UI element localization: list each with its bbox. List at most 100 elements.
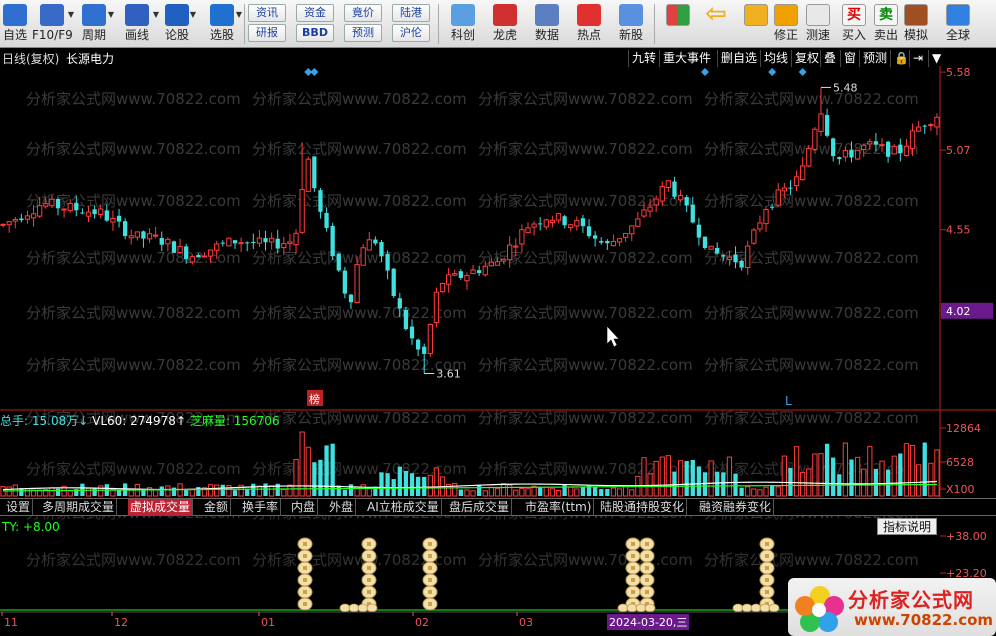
candle-body[interactable]: [373, 239, 378, 244]
volume-bar[interactable]: [263, 483, 268, 496]
candle-body[interactable]: [562, 216, 567, 226]
toolbar-chart-button[interactable]: 科创: [444, 2, 482, 46]
chevron-down-icon[interactable]: ▼: [68, 10, 74, 19]
volume-bar[interactable]: [549, 488, 556, 497]
toolbar-chat-button[interactable]: 论股 ▼: [160, 2, 196, 46]
candle-body[interactable]: [360, 247, 366, 266]
volume-bar[interactable]: [580, 486, 586, 496]
volume-bar[interactable]: [702, 472, 708, 496]
candle-body[interactable]: [55, 199, 61, 209]
volume-bar[interactable]: [464, 489, 470, 497]
candle-body[interactable]: [61, 208, 67, 211]
volume-bar[interactable]: [696, 466, 702, 496]
candle-body[interactable]: [342, 270, 348, 294]
volume-bar[interactable]: [24, 488, 31, 497]
volume-bar[interactable]: [128, 489, 134, 497]
candle-body[interactable]: [74, 202, 79, 211]
volume-bar[interactable]: [854, 456, 861, 497]
candle-body[interactable]: [891, 145, 897, 155]
candle-body[interactable]: [898, 144, 903, 154]
candle-body[interactable]: [256, 237, 263, 244]
toolbar-timer-button[interactable]: 测速: [802, 2, 834, 46]
candle-body[interactable]: [85, 211, 92, 217]
volume-bar[interactable]: [251, 483, 256, 496]
indicator-tab[interactable]: AI立桩成交量: [365, 499, 442, 516]
candle-body[interactable]: [885, 141, 891, 157]
candle-body[interactable]: [702, 236, 708, 249]
candle-body[interactable]: [928, 124, 934, 127]
candle-body[interactable]: [488, 261, 494, 267]
volume-bar[interactable]: [385, 473, 390, 496]
candle-body[interactable]: [806, 148, 812, 167]
candle-body[interactable]: [513, 245, 519, 248]
volume-bar[interactable]: [922, 442, 927, 496]
candle-body[interactable]: [623, 232, 629, 238]
candle-body[interactable]: [696, 224, 702, 238]
candle-body[interactable]: [184, 246, 189, 260]
toolbar-pill-button[interactable]: 竟价: [344, 4, 382, 22]
volume-bar[interactable]: [781, 455, 787, 497]
volume-bar[interactable]: [751, 488, 757, 497]
volume-bar[interactable]: [726, 456, 733, 497]
volume-bar[interactable]: [141, 490, 146, 496]
candle-body[interactable]: [903, 145, 910, 157]
candle-body[interactable]: [733, 254, 738, 263]
volume-bar[interactable]: [232, 490, 238, 496]
volume-bar[interactable]: [629, 489, 635, 497]
indicator-tab[interactable]: 多周期成交量: [40, 499, 118, 516]
volume-bar[interactable]: [342, 489, 348, 496]
candle-body[interactable]: [477, 270, 482, 274]
volume-bar[interactable]: [360, 484, 366, 497]
volume-bar[interactable]: [452, 482, 458, 497]
volume-bar[interactable]: [256, 485, 263, 497]
volume-bar[interactable]: [184, 489, 189, 496]
candle-body[interactable]: [433, 291, 440, 323]
candle-body[interactable]: [647, 206, 653, 212]
candle-body[interactable]: [538, 223, 543, 225]
chevron-down-icon[interactable]: ▼: [190, 10, 196, 19]
candle-body[interactable]: [635, 218, 641, 227]
candle-body[interactable]: [549, 219, 556, 223]
volume-bar[interactable]: [928, 462, 934, 497]
candle-body[interactable]: [122, 221, 128, 237]
volume-bar[interactable]: [189, 488, 195, 497]
candle-body[interactable]: [831, 138, 836, 157]
volume-bar[interactable]: [715, 471, 720, 496]
toolbar-f10-button[interactable]: F10/F9 ▼: [32, 2, 74, 46]
toolbar-pe-button[interactable]: 数据: [528, 2, 566, 46]
candle-body[interactable]: [610, 240, 617, 247]
candle-body[interactable]: [684, 197, 689, 206]
volume-bar[interactable]: [214, 484, 220, 497]
toolbar-up-down-button[interactable]: [740, 2, 772, 46]
volume-bar[interactable]: [867, 446, 873, 497]
volume-bar[interactable]: [891, 455, 897, 497]
candle-body[interactable]: [6, 221, 12, 226]
volume-bar[interactable]: [318, 459, 323, 496]
candle-body[interactable]: [507, 244, 513, 261]
volume-bar[interactable]: [543, 486, 549, 497]
candle-body[interactable]: [458, 271, 463, 278]
candle-body[interactable]: [770, 206, 775, 208]
volume-bar[interactable]: [507, 484, 513, 497]
candle-body[interactable]: [629, 225, 635, 235]
toolbar-hammer-button[interactable]: 模拟: [900, 2, 932, 46]
candle-body[interactable]: [214, 243, 220, 251]
candle-body[interactable]: [293, 232, 299, 246]
toolbar-back-arrow-button[interactable]: ⇦: [700, 1, 732, 46]
candle-body[interactable]: [427, 323, 433, 355]
candle-body[interactable]: [422, 346, 427, 354]
candle-body[interactable]: [348, 294, 354, 303]
candle-body[interactable]: [690, 204, 695, 223]
candle-body[interactable]: [555, 213, 562, 221]
volume-bar[interactable]: [519, 487, 525, 497]
candle-body[interactable]: [721, 255, 726, 257]
candle-body[interactable]: [494, 261, 501, 266]
candle-body[interactable]: [245, 242, 250, 244]
candle-body[interactable]: [409, 326, 415, 339]
candle-body[interactable]: [641, 209, 647, 217]
candle-body[interactable]: [659, 186, 665, 202]
candle-body[interactable]: [818, 113, 824, 132]
volume-bar[interactable]: [605, 488, 610, 496]
candle-body[interactable]: [165, 238, 171, 245]
volume-bar[interactable]: [513, 489, 519, 497]
